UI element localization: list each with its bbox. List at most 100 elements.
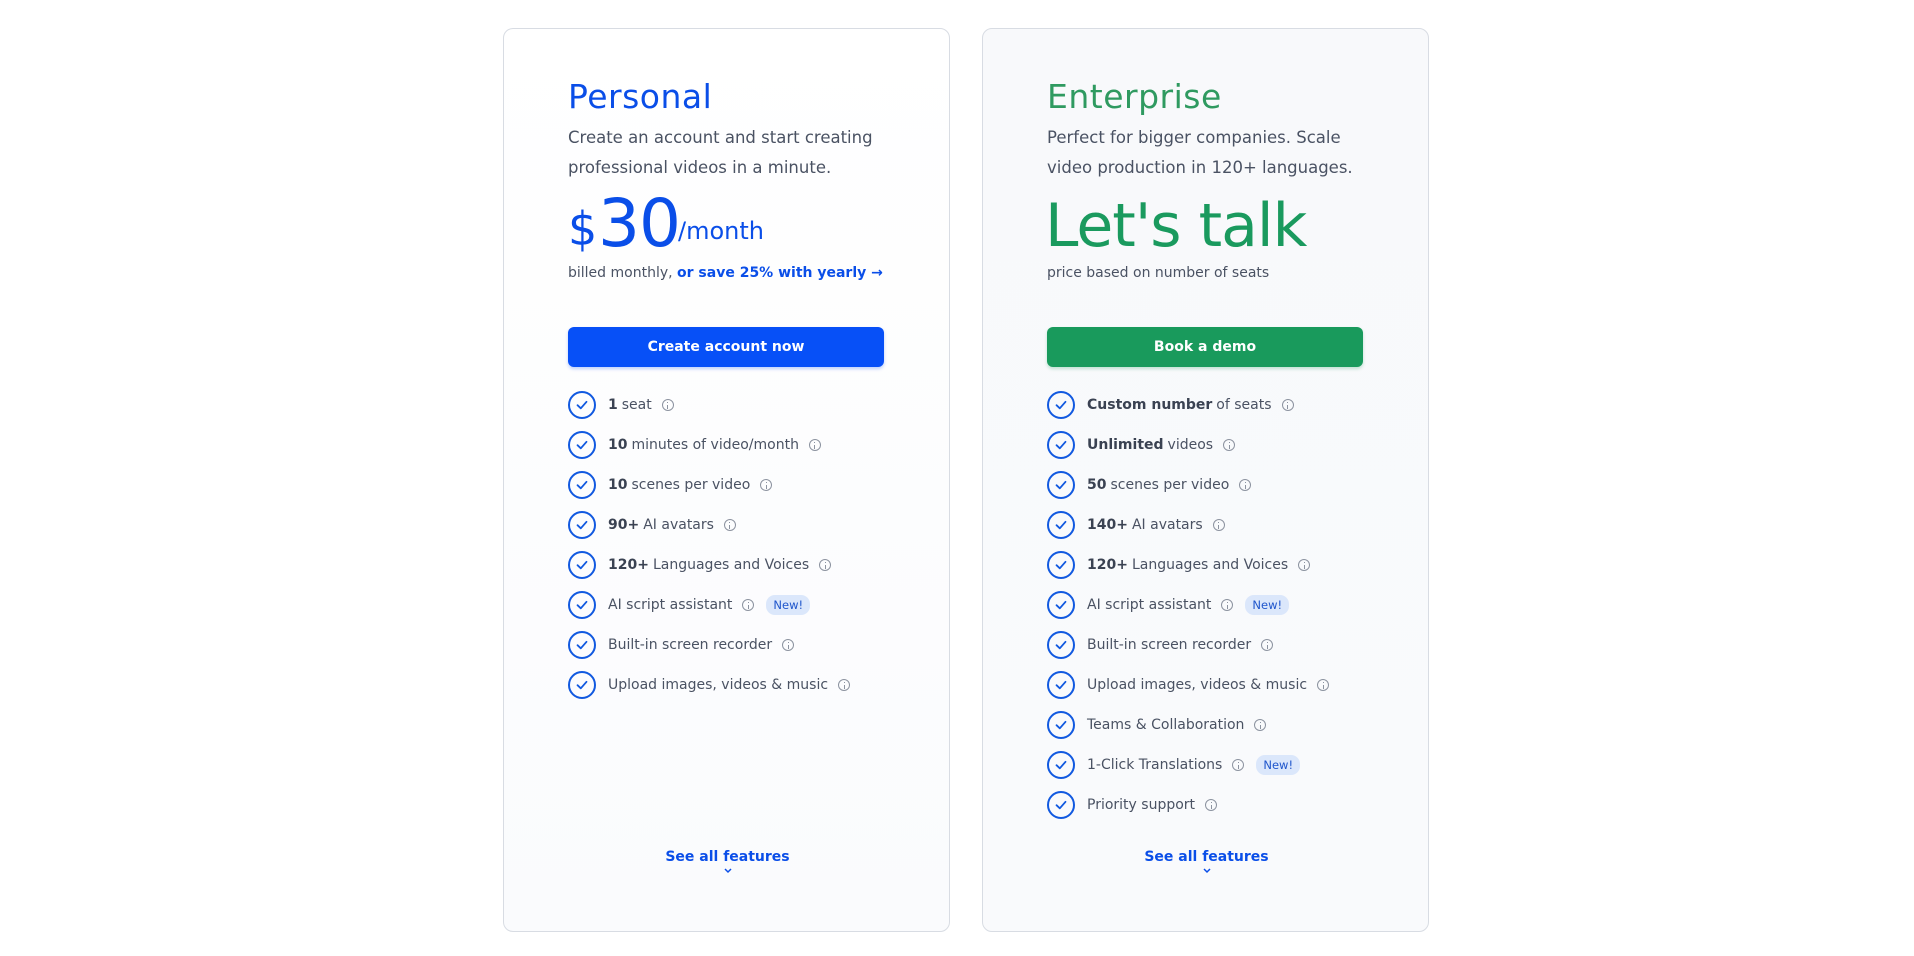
feature-item: Built-in screen recorder [568,625,888,665]
feature-text: Languages and Voices [652,557,810,573]
feature-highlight: Custom number [1087,397,1213,413]
new-badge: New! [1245,595,1290,615]
new-badge: New! [1256,755,1301,775]
billing-note: billed monthly, or save 25% with yearly … [568,263,888,283]
info-icon[interactable] [1212,519,1225,531]
feature-item: AI script assistant New! [568,585,888,625]
feature-item: 120+ Languages and Voices [1047,545,1367,585]
check-circle-icon [1047,471,1075,499]
info-icon[interactable] [1298,559,1311,571]
check-circle-icon [1047,671,1075,699]
check-circle-icon [568,591,596,619]
check-circle-icon [568,391,596,419]
yearly-savings-link[interactable]: or save 25% with yearly → [677,265,883,281]
feature-highlight: 120+ [608,557,649,573]
feature-item: Built-in screen recorder [1047,625,1367,665]
pricing-section: Personal Create an account and start cre… [0,0,1914,956]
info-icon[interactable] [1223,439,1236,451]
feature-highlight: 90+ [608,517,640,533]
feature-item: 10 scenes per video [568,465,888,505]
info-icon[interactable] [1239,479,1252,491]
see-all-label: See all features [665,849,790,865]
feature-item: AI script assistant New! [1047,585,1367,625]
price-amount: 30 [598,185,681,262]
feature-text: 1-Click Translations [1087,757,1223,773]
feature-item: Upload images, videos & music [1047,665,1367,705]
feature-item: 50 scenes per video [1047,465,1367,505]
feature-list: Custom number of seats Unlimited videos 50 sc… [1047,385,1367,825]
info-icon[interactable] [1281,399,1294,411]
feature-item: 90+ AI avatars [568,505,888,545]
info-icon[interactable] [808,439,821,451]
plan-card-personal: Personal Create an account and start cre… [503,28,950,932]
info-icon[interactable] [661,399,674,411]
price: $ 30 /month [568,185,888,263]
price-currency: $ [568,202,598,256]
feature-highlight: 1 [608,397,618,413]
feature-item: Upload images, videos & music [568,665,888,705]
feature-text: AI avatars [1131,517,1203,533]
info-icon[interactable] [1221,599,1234,611]
info-icon[interactable] [1261,639,1274,651]
check-circle-icon [1047,551,1075,579]
info-icon[interactable] [1254,719,1267,731]
feature-item: Custom number of seats [1047,385,1367,425]
info-icon[interactable] [1205,799,1218,811]
plan-title: Personal [568,77,713,116]
check-circle-icon [1047,391,1075,419]
info-icon[interactable] [819,559,832,571]
book-demo-button[interactable]: Book a demo [1047,327,1363,367]
feature-text: AI script assistant [1087,597,1212,613]
billing-note: price based on number of seats [1047,265,1270,281]
see-all-features-link[interactable]: See all features [983,849,1430,875]
check-circle-icon [568,551,596,579]
check-circle-icon [1047,751,1075,779]
feature-text: scenes per video [631,477,751,493]
chevron-down-icon [1202,868,1211,874]
feature-highlight: Unlimited [1087,437,1164,453]
check-circle-icon [1047,631,1075,659]
feature-item: 140+ AI avatars [1047,505,1367,545]
see-all-features-link[interactable]: See all features [504,849,951,875]
info-icon[interactable] [742,599,755,611]
feature-item: 1-Click Translations New! [1047,745,1367,785]
info-icon[interactable] [723,519,736,531]
check-circle-icon [568,631,596,659]
feature-item: Unlimited videos [1047,425,1367,465]
feature-text: AI script assistant [608,597,733,613]
plan-card-enterprise: Enterprise Perfect for bigger companies.… [982,28,1429,932]
see-all-label: See all features [1144,849,1269,865]
feature-text: Built-in screen recorder [608,637,773,653]
check-circle-icon [1047,791,1075,819]
billing-prefix: billed monthly, [568,265,673,281]
info-icon[interactable] [1317,679,1330,691]
plan-description: Perfect for bigger companies. Scale vide… [1047,128,1353,177]
price: Let's talk [1045,185,1367,263]
feature-text: AI avatars [643,517,714,533]
create-account-button[interactable]: Create account now [568,327,884,367]
info-icon[interactable] [1232,759,1245,771]
chevron-down-icon [723,868,732,874]
info-icon[interactable] [782,639,795,651]
feature-highlight: 140+ [1087,517,1128,533]
check-circle-icon [568,671,596,699]
feature-highlight: 10 [608,437,628,453]
plan-content: Enterprise Perfect for bigger companies.… [1045,77,1367,825]
feature-highlight: 120+ [1087,557,1128,573]
feature-text: Languages and Voices [1131,557,1289,573]
feature-text: minutes of video/month [631,437,799,453]
feature-item: Priority support [1047,785,1367,825]
feature-item: 10 minutes of video/month [568,425,888,465]
feature-text: Teams & Collaboration [1087,717,1245,733]
feature-text: seat [621,397,652,413]
check-circle-icon [1047,431,1075,459]
feature-text: scenes per video [1110,477,1230,493]
feature-highlight: 10 [608,477,628,493]
plan-title: Enterprise [1047,77,1222,116]
check-circle-icon [1047,591,1075,619]
check-circle-icon [568,431,596,459]
check-circle-icon [568,511,596,539]
price-lets-talk: Let's talk [1045,191,1307,261]
info-icon[interactable] [760,479,773,491]
info-icon[interactable] [838,679,851,691]
